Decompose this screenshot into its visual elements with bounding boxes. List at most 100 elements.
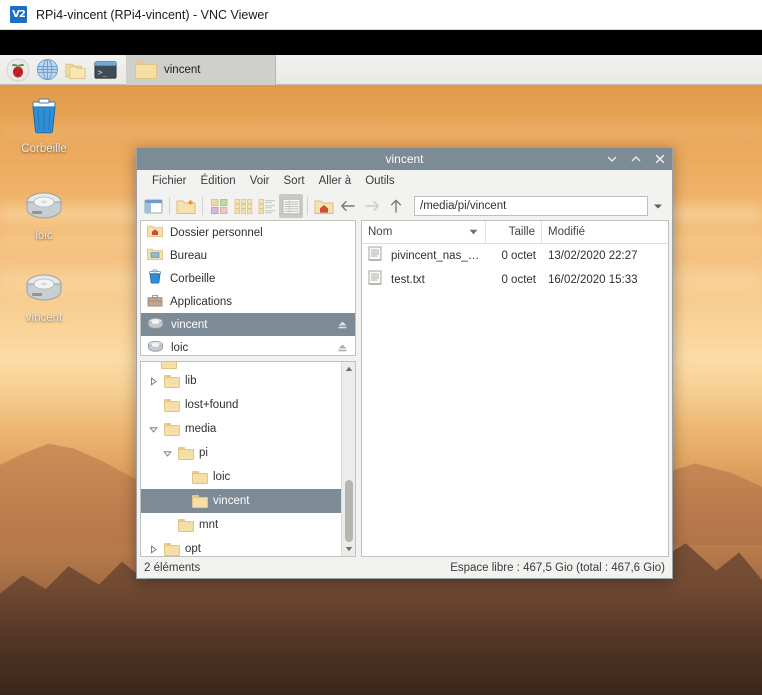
remote-desktop: Corbeille loic vincent >_ vincent vincen… xyxy=(0,55,762,695)
tree-item-label: lost+found xyxy=(185,399,239,411)
menu-fichier[interactable]: Fichier xyxy=(145,173,194,189)
path-input[interactable]: /media/pi/vincent xyxy=(414,196,648,216)
toggle-sidepane-button[interactable] xyxy=(141,194,165,218)
menu-outils[interactable]: Outils xyxy=(358,173,401,189)
menu-aller-a[interactable]: Aller à xyxy=(312,173,359,189)
column-header-modifie[interactable]: Modifié xyxy=(542,221,668,243)
tree-item-label: pi xyxy=(199,447,208,459)
desktop-folder-icon xyxy=(147,246,163,265)
tree-row-selected[interactable]: vincent xyxy=(141,489,355,513)
file-manager-icon[interactable] xyxy=(63,57,89,83)
folder-icon xyxy=(164,398,180,412)
maximize-button[interactable] xyxy=(630,152,642,166)
tree-item-label: loic xyxy=(213,471,231,483)
taskbar-window-button-vincent[interactable]: vincent xyxy=(126,55,276,85)
back-button[interactable] xyxy=(336,194,360,218)
folder-icon xyxy=(164,422,180,436)
tree-row[interactable]: mnt xyxy=(141,513,355,537)
toolbar-separator xyxy=(169,197,170,215)
window-controls xyxy=(606,148,666,170)
applications-icon xyxy=(147,292,163,311)
column-header-taille[interactable]: Taille xyxy=(486,221,542,243)
view-thumbnail-grid-button[interactable] xyxy=(231,194,255,218)
expander-collapsed-icon[interactable] xyxy=(147,375,160,388)
column-header-label: Nom xyxy=(368,226,393,238)
expander-expanded-icon[interactable] xyxy=(147,423,160,436)
file-modified: 13/02/2020 22:27 xyxy=(548,250,638,262)
side-pane: Dossier personnel Bureau Corbeille Appli… xyxy=(140,220,356,557)
raspberry-menu-icon[interactable] xyxy=(5,57,31,83)
desktop-icon-corbeille[interactable]: Corbeille xyxy=(2,93,86,155)
tree-scrollbar-thumb[interactable] xyxy=(345,480,353,542)
tree-row[interactable]: pi xyxy=(141,441,355,465)
place-item-loic[interactable]: loic xyxy=(141,336,355,355)
up-button[interactable] xyxy=(384,194,408,218)
tree-item-label: opt xyxy=(185,543,201,555)
cloud-band xyxy=(0,125,762,137)
file-row[interactable]: test.txt 0 octet 16/02/2020 15:33 xyxy=(362,268,668,292)
folder-icon xyxy=(135,60,157,79)
desktop-icon-loic[interactable]: loic xyxy=(2,180,86,242)
expander-none xyxy=(175,495,188,508)
eject-icon[interactable] xyxy=(337,338,348,355)
terminal-icon[interactable]: >_ xyxy=(92,57,118,83)
file-size: 0 octet xyxy=(501,250,536,262)
view-icons-small-button[interactable] xyxy=(207,194,231,218)
sort-desc-caret-icon xyxy=(469,226,478,238)
foreground-shadow xyxy=(0,585,762,695)
expander-expanded-icon[interactable] xyxy=(161,447,174,460)
minimize-button[interactable] xyxy=(606,152,618,166)
tree-row-partial[interactable] xyxy=(141,362,355,369)
file-manager-window: vincent Fichier Édition Voir Sort Aller … xyxy=(136,147,673,579)
view-compact-list-button[interactable] xyxy=(255,194,279,218)
tree-scrollbar[interactable] xyxy=(341,362,355,556)
tree-row[interactable]: lost+found xyxy=(141,393,355,417)
tree-item-label: mnt xyxy=(199,519,219,531)
tree-row[interactable]: opt xyxy=(141,537,355,556)
status-item-count: 2 éléments xyxy=(144,561,201,574)
taskbar: >_ vincent xyxy=(0,55,762,85)
scroll-down-icon[interactable] xyxy=(342,542,355,556)
file-row[interactable]: pivincent_nas_vincent_te… 0 octet 13/02/… xyxy=(362,244,668,268)
view-detailed-list-button[interactable] xyxy=(279,194,303,218)
column-header-nom[interactable]: Nom xyxy=(362,221,486,243)
directory-tree: lib lost+found media pi loic vincent mnt… xyxy=(140,361,356,557)
close-button[interactable] xyxy=(654,152,666,166)
toolbar-separator xyxy=(202,197,203,215)
statusbar: 2 éléments Espace libre : 467,5 Gio (tot… xyxy=(137,557,672,578)
eject-icon[interactable] xyxy=(337,315,348,334)
window-titlebar[interactable]: vincent xyxy=(137,148,672,170)
vnc-window-title: RPi4-vincent (RPi4-vincent) - VNC Viewer xyxy=(36,7,269,22)
place-item-vincent[interactable]: vincent xyxy=(141,313,355,336)
home-folder-button[interactable] xyxy=(312,194,336,218)
folder-icon xyxy=(178,518,194,532)
tree-item-label: vincent xyxy=(213,495,250,507)
places-list: Dossier personnel Bureau Corbeille Appli… xyxy=(140,220,356,356)
place-item-corbeille[interactable]: Corbeille xyxy=(141,267,355,290)
new-folder-button[interactable] xyxy=(174,194,198,218)
chevron-down-icon[interactable] xyxy=(650,196,666,216)
folder-icon xyxy=(192,494,208,508)
tree-row[interactable]: lib xyxy=(141,369,355,393)
vnc-titlebar: V2 RPi4-vincent (RPi4-vincent) - VNC Vie… xyxy=(0,0,762,30)
tree-row[interactable]: media xyxy=(141,417,355,441)
web-browser-icon[interactable] xyxy=(34,57,60,83)
window-title: vincent xyxy=(385,152,424,166)
place-item-applications[interactable]: Applications xyxy=(141,290,355,313)
scroll-up-icon[interactable] xyxy=(342,362,355,376)
vnc-blank-strip xyxy=(0,30,762,55)
menu-edition[interactable]: Édition xyxy=(194,173,243,189)
path-input-value: /media/pi/vincent xyxy=(420,200,507,212)
menu-sort[interactable]: Sort xyxy=(277,173,312,189)
desktop-icon-vincent[interactable]: vincent xyxy=(2,262,86,324)
place-item-bureau[interactable]: Bureau xyxy=(141,244,355,267)
tree-row[interactable]: loic xyxy=(141,465,355,489)
expander-collapsed-icon[interactable] xyxy=(147,543,160,556)
forward-button[interactable] xyxy=(360,194,384,218)
place-item-dossier-personnel[interactable]: Dossier personnel xyxy=(141,221,355,244)
folder-icon xyxy=(178,446,194,460)
toolbar-separator xyxy=(307,197,308,215)
menu-voir[interactable]: Voir xyxy=(243,173,277,189)
home-folder-icon xyxy=(147,223,163,242)
toolbar: /media/pi/vincent xyxy=(137,192,672,220)
